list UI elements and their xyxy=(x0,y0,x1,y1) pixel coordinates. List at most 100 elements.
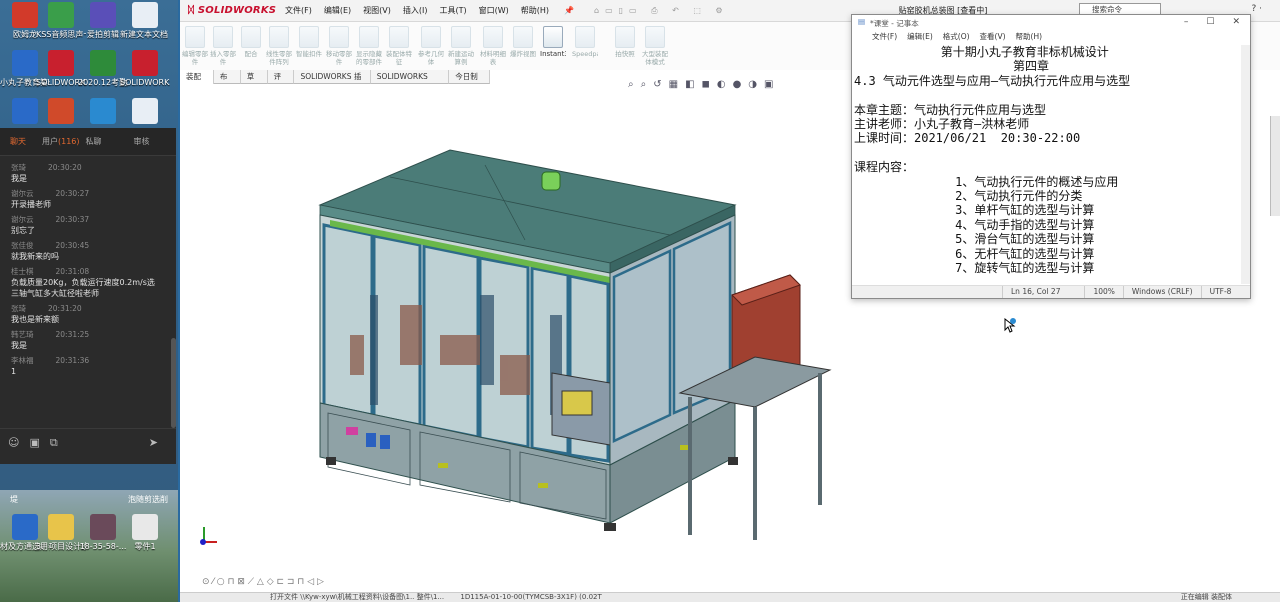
desktop-icon[interactable]: 新建文本文档 (9) xyxy=(120,2,170,40)
toolbar-button[interactable]: Instant3D xyxy=(540,26,566,66)
scene-icon[interactable]: ◑ xyxy=(748,79,757,90)
notepad-menu-item[interactable]: 文件(F) xyxy=(872,31,897,43)
desktop-icon-image xyxy=(132,50,158,76)
desktop-icon[interactable]: SOLIDWORKS Compose... xyxy=(120,50,170,88)
command-tab[interactable]: 布局 xyxy=(213,70,241,94)
chat-message-text: 我也是新来额 xyxy=(11,315,59,324)
hide-show-icon[interactable]: ◐ xyxy=(717,79,726,90)
section-view-icon[interactable]: ▦ xyxy=(669,79,678,90)
quick-access-icons[interactable]: ⌂▭▯▭ ⎙ ↶ ⬚ ⚙ xyxy=(594,6,729,16)
notepad-window: ▤ *课堂 - 记事本 – ☐ ✕ 文件(F) 编辑(E) 格式(O) 查看(V) 帮助… xyxy=(851,14,1251,299)
chat-message-text: 1 xyxy=(11,367,17,376)
notepad-menu-item[interactable]: 帮助(H) xyxy=(1016,31,1043,43)
zoom-level: 100% xyxy=(1084,286,1122,298)
chat-username[interactable]: 谢尔云 xyxy=(11,215,34,224)
task-pane-dock[interactable] xyxy=(1270,116,1280,216)
notepad-text-area[interactable]: 第十期小丸子教育非标机械设计 第四章 4.3 气动元件选型与应用—气动执行元件应用… xyxy=(854,45,1240,284)
chat-timestamp: 20:30:20 xyxy=(48,163,82,172)
menu-item[interactable]: 工具(T) xyxy=(438,5,467,16)
toolbar-button[interactable]: 拍快照 xyxy=(612,26,638,66)
command-tab[interactable]: SOLIDWORKS MBD xyxy=(370,70,450,94)
chat-username[interactable]: 韩艺琦 xyxy=(11,330,34,339)
toolbar-button[interactable]: 插入零部件 xyxy=(210,26,236,66)
chat-username[interactable]: 桂士棋 xyxy=(11,267,34,276)
notepad-menu-item[interactable]: 查看(V) xyxy=(980,31,1006,43)
toolbar-button-icon xyxy=(483,26,503,48)
menu-item[interactable]: 插入(I) xyxy=(402,5,429,16)
notepad-scrollbar[interactable] xyxy=(1241,45,1250,284)
command-tab[interactable]: 评估 xyxy=(267,70,295,94)
tab-chat[interactable]: 聊天 xyxy=(10,136,26,147)
desktop-icon-image xyxy=(132,514,158,540)
chat-username[interactable]: 张琦 xyxy=(11,163,26,172)
send-icon[interactable]: ➤ xyxy=(149,436,158,449)
notepad-text-line: 1、气动执行元件的概述与应用 xyxy=(854,174,1119,189)
desktop-icon[interactable]: 零件1 xyxy=(120,514,170,552)
chat-message: 谢尔云 20:30:37 别忘了 xyxy=(0,210,170,236)
chat-timestamp: 20:31:25 xyxy=(55,330,90,339)
help-icon[interactable]: ? · xyxy=(1252,4,1263,14)
chat-message-text: 负载质量20Kg，负载运行速度0.2m/s选三轴气缸多大缸径啦老师 xyxy=(11,278,155,298)
toolbar-button[interactable]: 移动零部件 xyxy=(326,26,352,66)
menu-item[interactable]: 帮助(H) xyxy=(520,5,550,16)
chat-message-header: 张佳俊 20:30:45 xyxy=(11,240,170,251)
toolbar-button[interactable]: 配合 xyxy=(238,26,264,66)
edit-appearance-icon[interactable]: ● xyxy=(733,79,742,90)
view-orientation-icon[interactable]: ◧ xyxy=(685,79,694,90)
tab-review[interactable]: 审核 xyxy=(134,136,150,147)
status-middle: 1D115A-01-10-00(TYMCSB-3X1F) (0.02T xyxy=(460,593,602,601)
coordinate-triad xyxy=(200,525,222,547)
bottom-sketch-toolbar[interactable]: ⊙ ⁄ ○ ⊓ ⊠ ⟋ △ ◇ ⊏ ⊐ ⊓ ◁ ▷ xyxy=(202,577,324,591)
desktop-icon[interactable] xyxy=(120,98,170,126)
view-settings-icon[interactable]: ▣ xyxy=(764,79,773,90)
toolbar-button[interactable]: Speedpak xyxy=(572,26,598,66)
toolbar-button[interactable]: 编辑零部件 xyxy=(182,26,208,66)
chat-username[interactable]: 张琦 xyxy=(11,304,26,313)
menu-item[interactable]: 视图(V) xyxy=(362,5,392,16)
toolbar-button[interactable]: 参考几何体 xyxy=(418,26,444,66)
toolbar-button[interactable]: 爆炸视图 xyxy=(510,26,536,66)
screenshot-icon[interactable]: ⧉ xyxy=(50,436,58,450)
toolbar-button[interactable]: 材料明细表 xyxy=(480,26,506,66)
close-icon[interactable]: ✕ xyxy=(1232,17,1240,27)
toolbar-button[interactable]: 大型装配体模式 xyxy=(642,26,668,66)
toolbar-button[interactable]: 线性零部件阵列 xyxy=(266,26,292,66)
image-icon[interactable]: ▣ xyxy=(29,436,39,449)
tab-users[interactable]: 用户(116) xyxy=(42,136,80,147)
toolbar-button[interactable]: 新建运动算例 xyxy=(448,26,474,66)
command-tab[interactable]: 装配体 xyxy=(180,70,214,94)
chat-username[interactable]: 李林福 xyxy=(11,356,34,365)
chat-scrollbar[interactable] xyxy=(171,338,176,428)
heads-up-view-toolbar[interactable]: ⌕ ⌕ ↺ ▦ ◧ ◼ ◐ ● ◑ ▣ xyxy=(628,79,773,90)
chat-timestamp: 20:30:37 xyxy=(55,215,90,224)
toolbar-button[interactable]: 显示隐藏的零部件 xyxy=(356,26,382,66)
emoji-icon[interactable]: ☺ xyxy=(8,436,19,449)
zoom-fit-icon[interactable]: ⌕ xyxy=(628,79,634,90)
chat-username[interactable]: 张佳俊 xyxy=(11,241,34,250)
display-style-icon[interactable]: ◼ xyxy=(702,79,710,90)
maximize-icon[interactable]: ☐ xyxy=(1206,17,1214,27)
toolbar-button-icon xyxy=(389,26,409,48)
chat-message: 李林福 20:31:36 1 xyxy=(0,351,170,377)
zoom-area-icon[interactable]: ⌕ xyxy=(641,79,647,90)
menu-item[interactable]: 文件(F) xyxy=(284,5,313,16)
chat-username[interactable]: 谢尔云 xyxy=(11,189,34,198)
chat-message-header: 谢尔云 20:30:27 xyxy=(11,188,170,199)
toolbar-button[interactable]: 智能扣件 xyxy=(296,26,322,66)
previous-view-icon[interactable]: ↺ xyxy=(653,79,661,90)
command-tab[interactable]: 今日制造 xyxy=(449,70,490,94)
toolbar-button-label: Speedpak xyxy=(572,50,598,58)
desktop-icon-image xyxy=(132,98,158,124)
toolbar-button[interactable]: 装配体特征 xyxy=(386,26,412,66)
pin-icon[interactable]: 📌 xyxy=(564,6,574,15)
toolbar-button-icon xyxy=(421,26,441,48)
tab-private[interactable]: 私聊 xyxy=(86,136,102,147)
notepad-menu-item[interactable]: 格式(O) xyxy=(943,31,970,43)
command-tab[interactable]: 草图 xyxy=(240,70,268,94)
minimize-icon[interactable]: – xyxy=(1184,17,1189,27)
command-tab[interactable]: SOLIDWORKS 插件 xyxy=(294,70,371,94)
menu-item[interactable]: 窗口(W) xyxy=(478,5,510,16)
menu-item[interactable]: 编辑(E) xyxy=(323,5,352,16)
notepad-text-line: 课程内容： xyxy=(854,160,915,175)
notepad-menu-item[interactable]: 编辑(E) xyxy=(907,31,933,43)
